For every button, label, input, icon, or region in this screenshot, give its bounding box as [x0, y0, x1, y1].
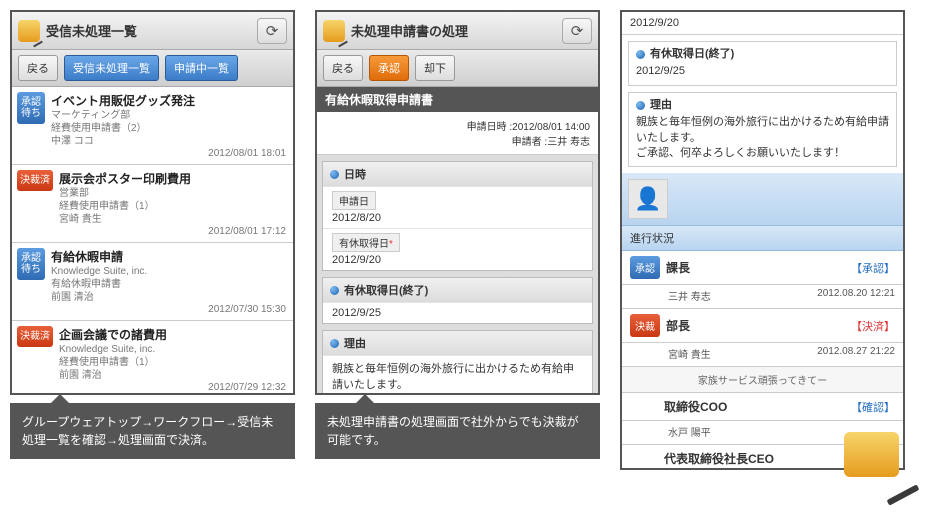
- tab-inbox[interactable]: 受信未処理一覧: [64, 55, 159, 81]
- list-item[interactable]: 決裁済展示会ポスター印刷費用営業部経費使用申請書（1）宮崎 貴生2012/08/…: [12, 165, 293, 243]
- progress-step[interactable]: 決裁部長【決済】: [622, 309, 903, 343]
- step-role: 課長: [666, 259, 845, 276]
- step-comment: 家族サービス頑張ってきてー: [622, 367, 903, 393]
- list-item[interactable]: 承認 待ち有給休暇申請Knowledge Suite, inc.有給休暇申請書前…: [12, 243, 293, 321]
- progress-header: 進行状況: [622, 225, 903, 251]
- item-dept: マーケティング部: [51, 109, 286, 122]
- caption: 未処理申請書の処理画面で社外からでも決裁が可能です。: [315, 403, 600, 459]
- block-reason: 理由 親族と毎年恒例の海外旅行に出かけるため有給申請いたします。 ご承認、何卒よ…: [628, 92, 897, 168]
- item-person: 前園 清治: [51, 291, 286, 304]
- avatar-row: 👤: [622, 173, 903, 225]
- screen-process: 未処理申請書の処理 ⟳ 戻る 承認 却下 有給休暇取得申請書 申請日時 :201…: [315, 10, 600, 395]
- list-item[interactable]: 承認 待ちイベント用販促グッズ発注マーケティング部経費使用申請書（2）中澤 ココ…: [12, 87, 293, 165]
- status-badge: 承認 待ち: [17, 92, 45, 124]
- back-button[interactable]: 戻る: [18, 55, 58, 81]
- item-dept: 営業部: [59, 187, 286, 200]
- caption: グループウェアトップ→ワークフロー→受信未処理一覧を確認→処理画面で決済。: [10, 403, 295, 459]
- item-date: 2012/08/01 18:01: [51, 148, 286, 159]
- page-title: 受信未処理一覧: [46, 21, 251, 40]
- item-date: 2012/08/01 17:12: [59, 226, 286, 237]
- item-doc: 経費使用申請書（2）: [51, 122, 286, 135]
- request-list: 承認 待ちイベント用販促グッズ発注マーケティング部経費使用申請書（2）中澤 ココ…: [12, 87, 293, 393]
- step-tag: 【確認】: [851, 399, 895, 415]
- step-badge: 決裁: [630, 314, 660, 337]
- step-name: 三井 寿志: [668, 288, 711, 303]
- step-detail: 三井 寿志 2012.08.20 12:21: [622, 285, 903, 309]
- panel-end: 有休取得日(終了) 2012/9/25: [322, 277, 593, 324]
- date-line: 2012/9/20: [622, 12, 903, 35]
- avatar: 👤: [628, 179, 668, 219]
- step-date: 2012.08.20 12:21: [817, 288, 895, 303]
- step-role: 取締役COO: [664, 398, 845, 415]
- panel-reason: 理由 親族と毎年恒例の海外旅行に出かけるため有給申請いたします。 ご承認、何卒よ…: [322, 330, 593, 393]
- item-dept: Knowledge Suite, inc.: [51, 265, 286, 278]
- item-person: 前園 清治: [59, 369, 286, 382]
- step-tag: 【承認】: [851, 260, 895, 276]
- form-name: 有給休暇取得申請書: [317, 87, 598, 112]
- app-icon: [323, 20, 345, 42]
- back-button[interactable]: 戻る: [323, 55, 363, 81]
- block-end: 有休取得日(終了) 2012/9/25: [628, 41, 897, 86]
- status-badge: 決裁済: [17, 170, 53, 191]
- item-person: 中澤 ココ: [51, 135, 286, 148]
- reload-button[interactable]: ⟳: [257, 18, 287, 44]
- item-title: 展示会ポスター印刷費用: [59, 170, 286, 187]
- detail-body: 日時 申請日 2012/8/20 有休取得日* 2012/9/20 有休取得日(…: [317, 155, 598, 393]
- step-role: 部長: [666, 317, 845, 334]
- item-title: イベント用販促グッズ発注: [51, 92, 286, 109]
- item-doc: 経費使用申請書（1）: [59, 200, 286, 213]
- status-badge: 承認 待ち: [17, 248, 45, 280]
- toolbar: 戻る 受信未処理一覧 申請中一覧: [12, 50, 293, 87]
- toolbar: 戻る 承認 却下: [317, 50, 598, 87]
- form-meta: 申請日時 :2012/08/01 14:00 申請者 :三井 寿志: [317, 112, 598, 155]
- status-badge: 決裁済: [17, 326, 53, 347]
- item-date: 2012/07/29 12:32: [59, 382, 286, 393]
- item-doc: 経費使用申請書（1）: [59, 356, 286, 369]
- reload-button[interactable]: ⟳: [562, 18, 592, 44]
- item-dept: Knowledge Suite, inc.: [59, 343, 286, 356]
- step-name: 宮崎 貴生: [668, 346, 711, 361]
- progress-step[interactable]: 承認課長【承認】: [622, 251, 903, 285]
- item-title: 有給休暇申請: [51, 248, 286, 265]
- item-doc: 有給休暇申請書: [51, 278, 286, 291]
- list-item[interactable]: 決裁済企画会議での諸費用Knowledge Suite, inc.経費使用申請書…: [12, 321, 293, 393]
- app-icon: [18, 20, 40, 42]
- panel-datetime: 日時 申請日 2012/8/20 有休取得日* 2012/9/20: [322, 161, 593, 271]
- screen-progress: 2012/9/20 有休取得日(終了) 2012/9/25 理由 親族と毎年恒例…: [620, 10, 905, 470]
- step-detail: 宮崎 貴生 2012.08.27 21:22: [622, 343, 903, 367]
- step-name: 水戸 陽平: [668, 424, 711, 439]
- item-person: 宮崎 貴生: [59, 213, 286, 226]
- screen-inbox: 受信未処理一覧 ⟳ 戻る 受信未処理一覧 申請中一覧 承認 待ちイベント用販促グ…: [10, 10, 295, 395]
- approve-button[interactable]: 承認: [369, 55, 409, 81]
- navbar: 未処理申請書の処理 ⟳: [317, 12, 598, 50]
- step-badge: 承認: [630, 256, 660, 279]
- progress-step[interactable]: 取締役COO 【確認】: [622, 393, 903, 421]
- step-date: 2012.08.27 21:22: [817, 346, 895, 361]
- reject-button[interactable]: 却下: [415, 55, 455, 81]
- navbar: 受信未処理一覧 ⟳: [12, 12, 293, 50]
- page-title: 未処理申請書の処理: [351, 21, 556, 40]
- app-icon-large: [844, 432, 914, 492]
- item-title: 企画会議での諸費用: [59, 326, 286, 343]
- item-date: 2012/07/30 15:30: [51, 304, 286, 315]
- step-tag: 【決済】: [851, 318, 895, 334]
- tab-applying[interactable]: 申請中一覧: [165, 55, 238, 81]
